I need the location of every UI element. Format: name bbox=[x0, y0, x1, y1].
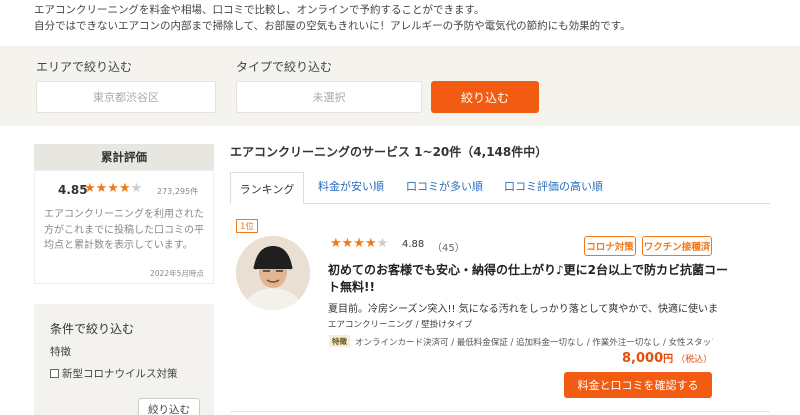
provider-features: オンラインカード決済可 / 最低料金保証 / 追加料金一切なし / 作業外注一切… bbox=[355, 338, 713, 348]
intro-line-1: エアコンクリーニングを料金や相場、口コミで比較し、オンラインで予約することができ… bbox=[34, 4, 485, 16]
tabs-divider bbox=[230, 203, 770, 204]
provider-price: 8,000円 （税込） bbox=[622, 350, 712, 366]
provider-categories: エアコンクリーニング / 壁掛けタイプ bbox=[328, 320, 473, 330]
provider-avatar[interactable] bbox=[236, 236, 310, 310]
conditions-feature-label: 特徴 bbox=[50, 346, 71, 358]
tab-top-rated[interactable]: 口コミ評価の高い順 bbox=[504, 178, 603, 194]
results-heading: エアコンクリーニングのサービス 1~20件（4,148件中） bbox=[230, 145, 548, 159]
star-filled-icon: ★★★★ bbox=[84, 181, 131, 196]
filter-submit-button[interactable]: 絞り込む bbox=[431, 81, 539, 113]
intro-line-2: 自分ではできないエアコンの内部まで掃除して、お部屋の空気もきれいに！アレルギーの… bbox=[34, 20, 631, 32]
cumulative-rating-title: 累計評価 bbox=[34, 144, 214, 170]
covid-measures-checkbox[interactable]: 新型コロナウイルス対策 bbox=[50, 366, 178, 381]
cumulative-rating-description: エアコンクリーニングを利用された方がこれまでに投稿した口コミの平均点と累計数を表… bbox=[44, 209, 204, 251]
type-filter-label: タイプで絞り込む bbox=[236, 60, 333, 74]
tab-ranking[interactable]: ランキング bbox=[230, 172, 304, 204]
star-empty-icon: ★ bbox=[376, 236, 389, 251]
checkbox-icon[interactable] bbox=[50, 369, 59, 378]
type-select[interactable]: 未選択 bbox=[236, 81, 422, 113]
intro-text: エアコンクリーニングを料金や相場、口コミで比較し、オンラインで予約することができ… bbox=[34, 2, 774, 34]
star-filled-icon: ★★★★ bbox=[330, 236, 377, 251]
star-empty-icon: ★ bbox=[130, 181, 143, 196]
cumulative-review-count: 273,295件 bbox=[157, 187, 199, 196]
area-select[interactable]: 東京都渋谷区 bbox=[36, 81, 216, 113]
provider-stars: ★★★★★ bbox=[330, 236, 388, 251]
tab-price-low[interactable]: 料金が安い順 bbox=[318, 178, 384, 194]
provider-description: 夏目前。冷房シーズン突入!! 気になる汚れをしっかり落として爽やかで、快適に使い… bbox=[328, 304, 718, 315]
covid-measures-label: 新型コロナウイルス対策 bbox=[62, 368, 178, 380]
area-filter-label: エリアで絞り込む bbox=[36, 60, 133, 74]
provider-review-count[interactable]: （45） bbox=[432, 239, 465, 254]
cumulative-rating-date: 2022年5月時点 bbox=[150, 269, 204, 278]
card-divider bbox=[230, 411, 770, 412]
conditions-title: 条件で絞り込む bbox=[50, 322, 135, 336]
provider-score: 4.88 bbox=[402, 239, 425, 250]
person-photo-icon bbox=[236, 236, 310, 310]
tag-covid: コロナ対策 bbox=[584, 236, 636, 256]
tag-vaccinated: ワクチン接種済 bbox=[642, 236, 712, 256]
feature-badge: 特徴 bbox=[329, 335, 350, 347]
price-tax-note: （税込） bbox=[676, 355, 713, 365]
price-unit: 円 bbox=[663, 354, 674, 365]
conditions-submit-button[interactable]: 絞り込む bbox=[138, 398, 200, 415]
check-price-reviews-button[interactable]: 料金と口コミを確認する bbox=[564, 372, 712, 398]
cumulative-stars: ★★★★★ bbox=[84, 181, 142, 196]
price-value: 8,000 bbox=[622, 351, 664, 366]
tab-most-reviews[interactable]: 口コミが多い順 bbox=[406, 178, 483, 194]
provider-title[interactable]: 初めてのお客様でも安心・納得の仕上がり♪更に2台以上で防カビ抗菌コート無料!! bbox=[328, 262, 728, 296]
rank-badge: 1位 bbox=[236, 219, 258, 233]
